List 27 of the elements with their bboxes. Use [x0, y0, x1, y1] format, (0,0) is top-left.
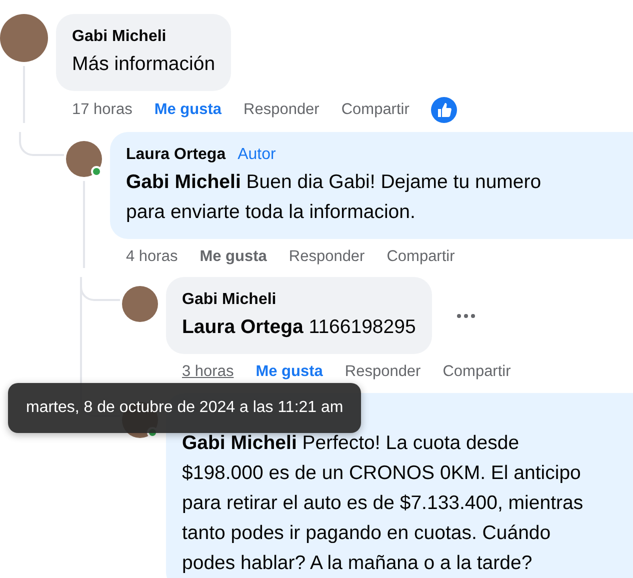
share-link[interactable]: Compartir — [341, 98, 410, 122]
author-name[interactable]: Laura Ortega — [126, 143, 226, 167]
like-icon[interactable] — [431, 97, 458, 123]
reply-link[interactable]: Responder — [244, 98, 320, 122]
timestamp-link[interactable]: 3 horas — [182, 360, 234, 384]
like-link[interactable]: Me gusta — [154, 98, 222, 122]
comment-text: Gabi Micheli Buen dia Gabi! Dejame tu numero para enviarte toda la informacion. — [126, 170, 542, 225]
timestamp-link[interactable]: 4 horas — [126, 245, 178, 268]
avatar[interactable] — [122, 286, 158, 322]
more-icon[interactable] — [456, 312, 476, 319]
comment-text: Más información — [72, 52, 216, 77]
share-link[interactable]: Compartir — [386, 245, 455, 268]
date-tooltip: martes, 8 de octubre de 2024 a las 11:21 am — [8, 383, 362, 433]
author-name[interactable]: Gabi Micheli — [182, 288, 276, 312]
comment-text: Gabi Micheli Perfecto! La cuota desde $198.000 es de un CRONOS 0KM. El anticipo para retirar el auto es de $7.133.400, mientras tanto podes ir pagando en cuotas. Cuándo podes hablar? A la mañana o a la tarde? — [182, 430, 584, 576]
timestamp-link[interactable]: 17 horas — [72, 98, 132, 122]
reply-connector — [19, 132, 64, 156]
author-name[interactable]: Gabi Micheli — [72, 25, 166, 49]
comment-text: Laura Ortega 1166198295 — [182, 315, 416, 340]
avatar[interactable] — [0, 14, 48, 62]
share-link[interactable]: Compartir — [442, 360, 511, 384]
avatar[interactable] — [66, 141, 102, 177]
like-link[interactable]: Me gusta — [200, 245, 267, 268]
reply-link[interactable]: Responder — [288, 245, 365, 268]
reply-link[interactable]: Responder — [344, 360, 421, 384]
author-tag: Autor — [238, 143, 276, 167]
like-link[interactable]: Me gusta — [256, 360, 323, 384]
